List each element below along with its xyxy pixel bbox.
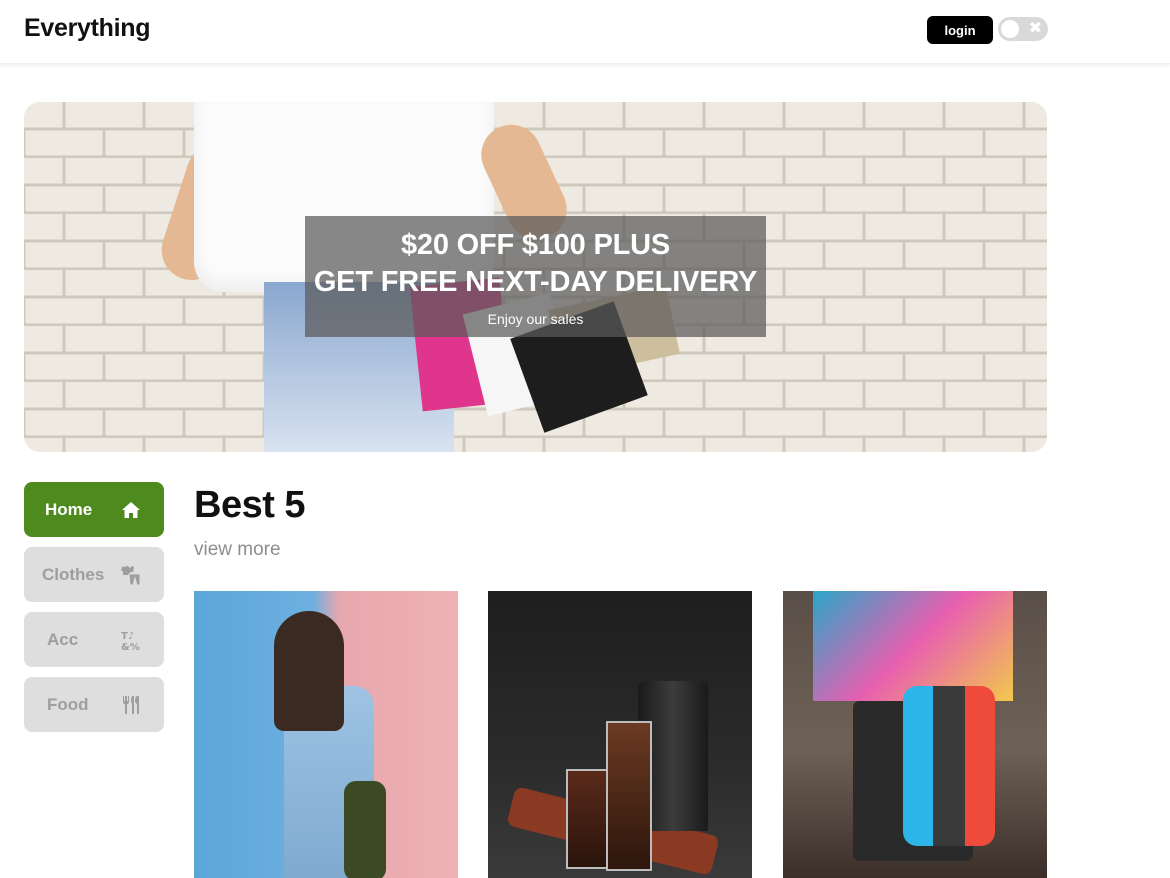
- banner-subtitle: Enjoy our sales: [487, 310, 584, 327]
- sidebar-item-acc[interactable]: Acc T♪ &%: [24, 612, 164, 667]
- promo-banner: $20 OFF $100 PLUS GET FREE NEXT-DAY DELI…: [24, 102, 1047, 452]
- product-photo-detail: [933, 686, 965, 846]
- theme-toggle[interactable]: ✖: [998, 17, 1048, 41]
- product-photo-detail: [274, 611, 344, 731]
- product-photo-detail: [566, 769, 608, 869]
- utensils-icon: [120, 694, 142, 716]
- sidebar-item-label: Acc: [47, 629, 79, 649]
- product-photo-detail: [606, 721, 652, 871]
- product-card-image[interactable]: [194, 591, 458, 878]
- clothes-icon: [120, 564, 142, 586]
- product-card-image[interactable]: [488, 591, 752, 878]
- login-button[interactable]: login: [927, 16, 993, 44]
- view-more-link[interactable]: view more: [194, 539, 281, 561]
- site-logo[interactable]: Everything: [24, 14, 151, 43]
- accessories-icon: T♪ &%: [120, 629, 142, 651]
- svg-text:T♪: T♪: [121, 631, 134, 642]
- sidebar-item-home[interactable]: Home: [24, 482, 164, 537]
- section-title: Best 5: [194, 484, 306, 526]
- product-photo-detail: [344, 781, 386, 878]
- svg-text:&%: &%: [121, 642, 140, 651]
- sidebar-item-label: Clothes: [42, 564, 105, 584]
- sidebar-item-label: Food: [47, 694, 89, 714]
- sidebar-item-label: Home: [45, 499, 93, 519]
- home-icon: [120, 499, 142, 521]
- sidebar-item-clothes[interactable]: Clothes: [24, 547, 164, 602]
- product-photo-detail: [965, 686, 995, 846]
- category-sidebar: Home Clothes Acc T♪ &% Food: [24, 482, 164, 742]
- banner-text-overlay: $20 OFF $100 PLUS GET FREE NEXT-DAY DELI…: [305, 216, 766, 337]
- sidebar-item-food[interactable]: Food: [24, 677, 164, 732]
- product-photo-detail: [813, 591, 1013, 701]
- banner-title-line1: $20 OFF $100 PLUS: [401, 228, 670, 261]
- product-photo-detail: [903, 686, 933, 846]
- top-header: Everything login ✖: [0, 0, 1170, 64]
- product-card-image[interactable]: [783, 591, 1047, 878]
- toggle-knob: [1001, 20, 1019, 38]
- banner-title-line2: GET FREE NEXT-DAY DELIVERY: [313, 265, 758, 298]
- close-icon: ✖: [1028, 20, 1042, 37]
